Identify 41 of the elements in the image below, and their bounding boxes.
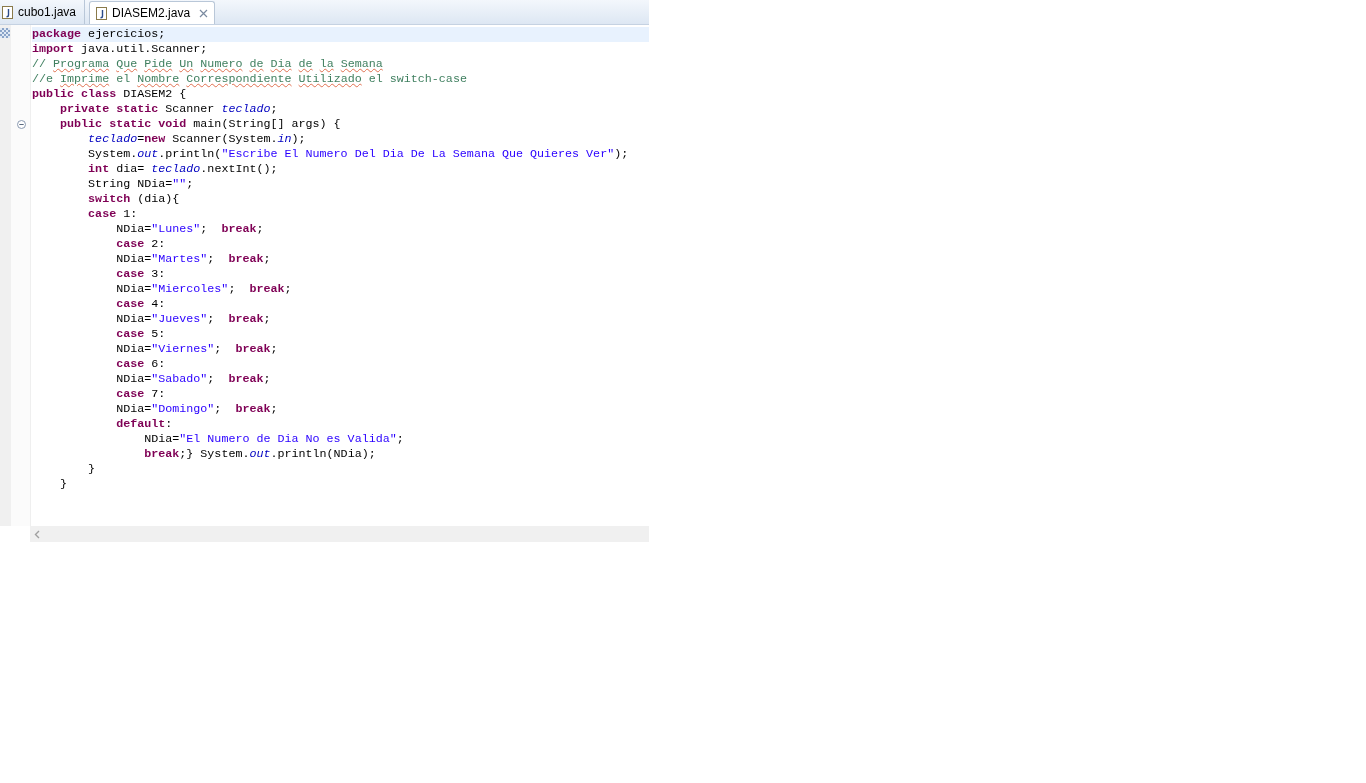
code-line: case 5:: [115, 327, 167, 342]
horizontal-scrollbar[interactable]: [30, 526, 649, 542]
code-line: case 1:: [87, 207, 139, 222]
code-line: case 3:: [115, 267, 167, 282]
editor-tab[interactable]: cubo1.java: [0, 0, 86, 24]
code-line: teclado=new Scanner(System.in);: [87, 132, 307, 147]
code-line: // Programa Que Pide Un Numero de Dia de la Semana: [32, 57, 384, 72]
scroll-left-icon[interactable]: [34, 529, 40, 539]
code-line: NDia="Miercoles"; break;: [115, 282, 293, 297]
code-line: System.out.println("Escribe El Numero Del Dia De La Semana Que Quieres Ver");: [87, 147, 630, 162]
tab-label: cubo1.java: [18, 5, 77, 19]
java-file-icon: [96, 6, 108, 20]
code-line: public static void main(String[] args) {: [59, 117, 342, 132]
code-line: NDia="Martes"; break;: [115, 252, 272, 267]
code-line: NDia="Jueves"; break;: [115, 312, 272, 327]
code-line: public class DIASEM2 {: [32, 87, 188, 102]
code-line: //e Imprime el Nombre Correspondiente Utilizado el switch-case: [32, 72, 468, 87]
code-line: NDia="Domingo"; break;: [115, 402, 279, 417]
code-line: String NDia="";: [87, 177, 195, 192]
code-line: NDia="Viernes"; break;: [115, 342, 279, 357]
code-line: case 6:: [115, 357, 167, 372]
editor-tab[interactable]: DIASEM2.java: [89, 1, 216, 24]
code-line: import java.util.Scanner;: [32, 42, 209, 57]
code-line: NDia="Lunes"; break;: [115, 222, 265, 237]
code-line: }: [59, 477, 69, 492]
collapse-icon[interactable]: [17, 120, 26, 129]
code-line: case 2:: [115, 237, 167, 252]
code-line: private static Scanner teclado;: [59, 102, 279, 117]
code-line: switch (dia){: [87, 192, 181, 207]
code-line: NDia="El Numero de Dia No es Valida";: [143, 432, 405, 447]
code-line: }: [87, 462, 97, 477]
code-line: default:: [115, 417, 174, 432]
overview-marker-icon: [0, 28, 10, 38]
code-line: case 4:: [115, 297, 167, 312]
code-line: break;} System.out.println(NDia);: [143, 447, 377, 462]
code-line: int dia= teclado.nextInt();: [87, 162, 279, 177]
tab-label: DIASEM2.java: [112, 6, 191, 20]
java-file-icon: [2, 5, 13, 19]
code-line: case 7:: [115, 387, 167, 402]
code-line: NDia="Sabado"; break;: [115, 372, 272, 387]
close-icon[interactable]: [199, 8, 209, 18]
